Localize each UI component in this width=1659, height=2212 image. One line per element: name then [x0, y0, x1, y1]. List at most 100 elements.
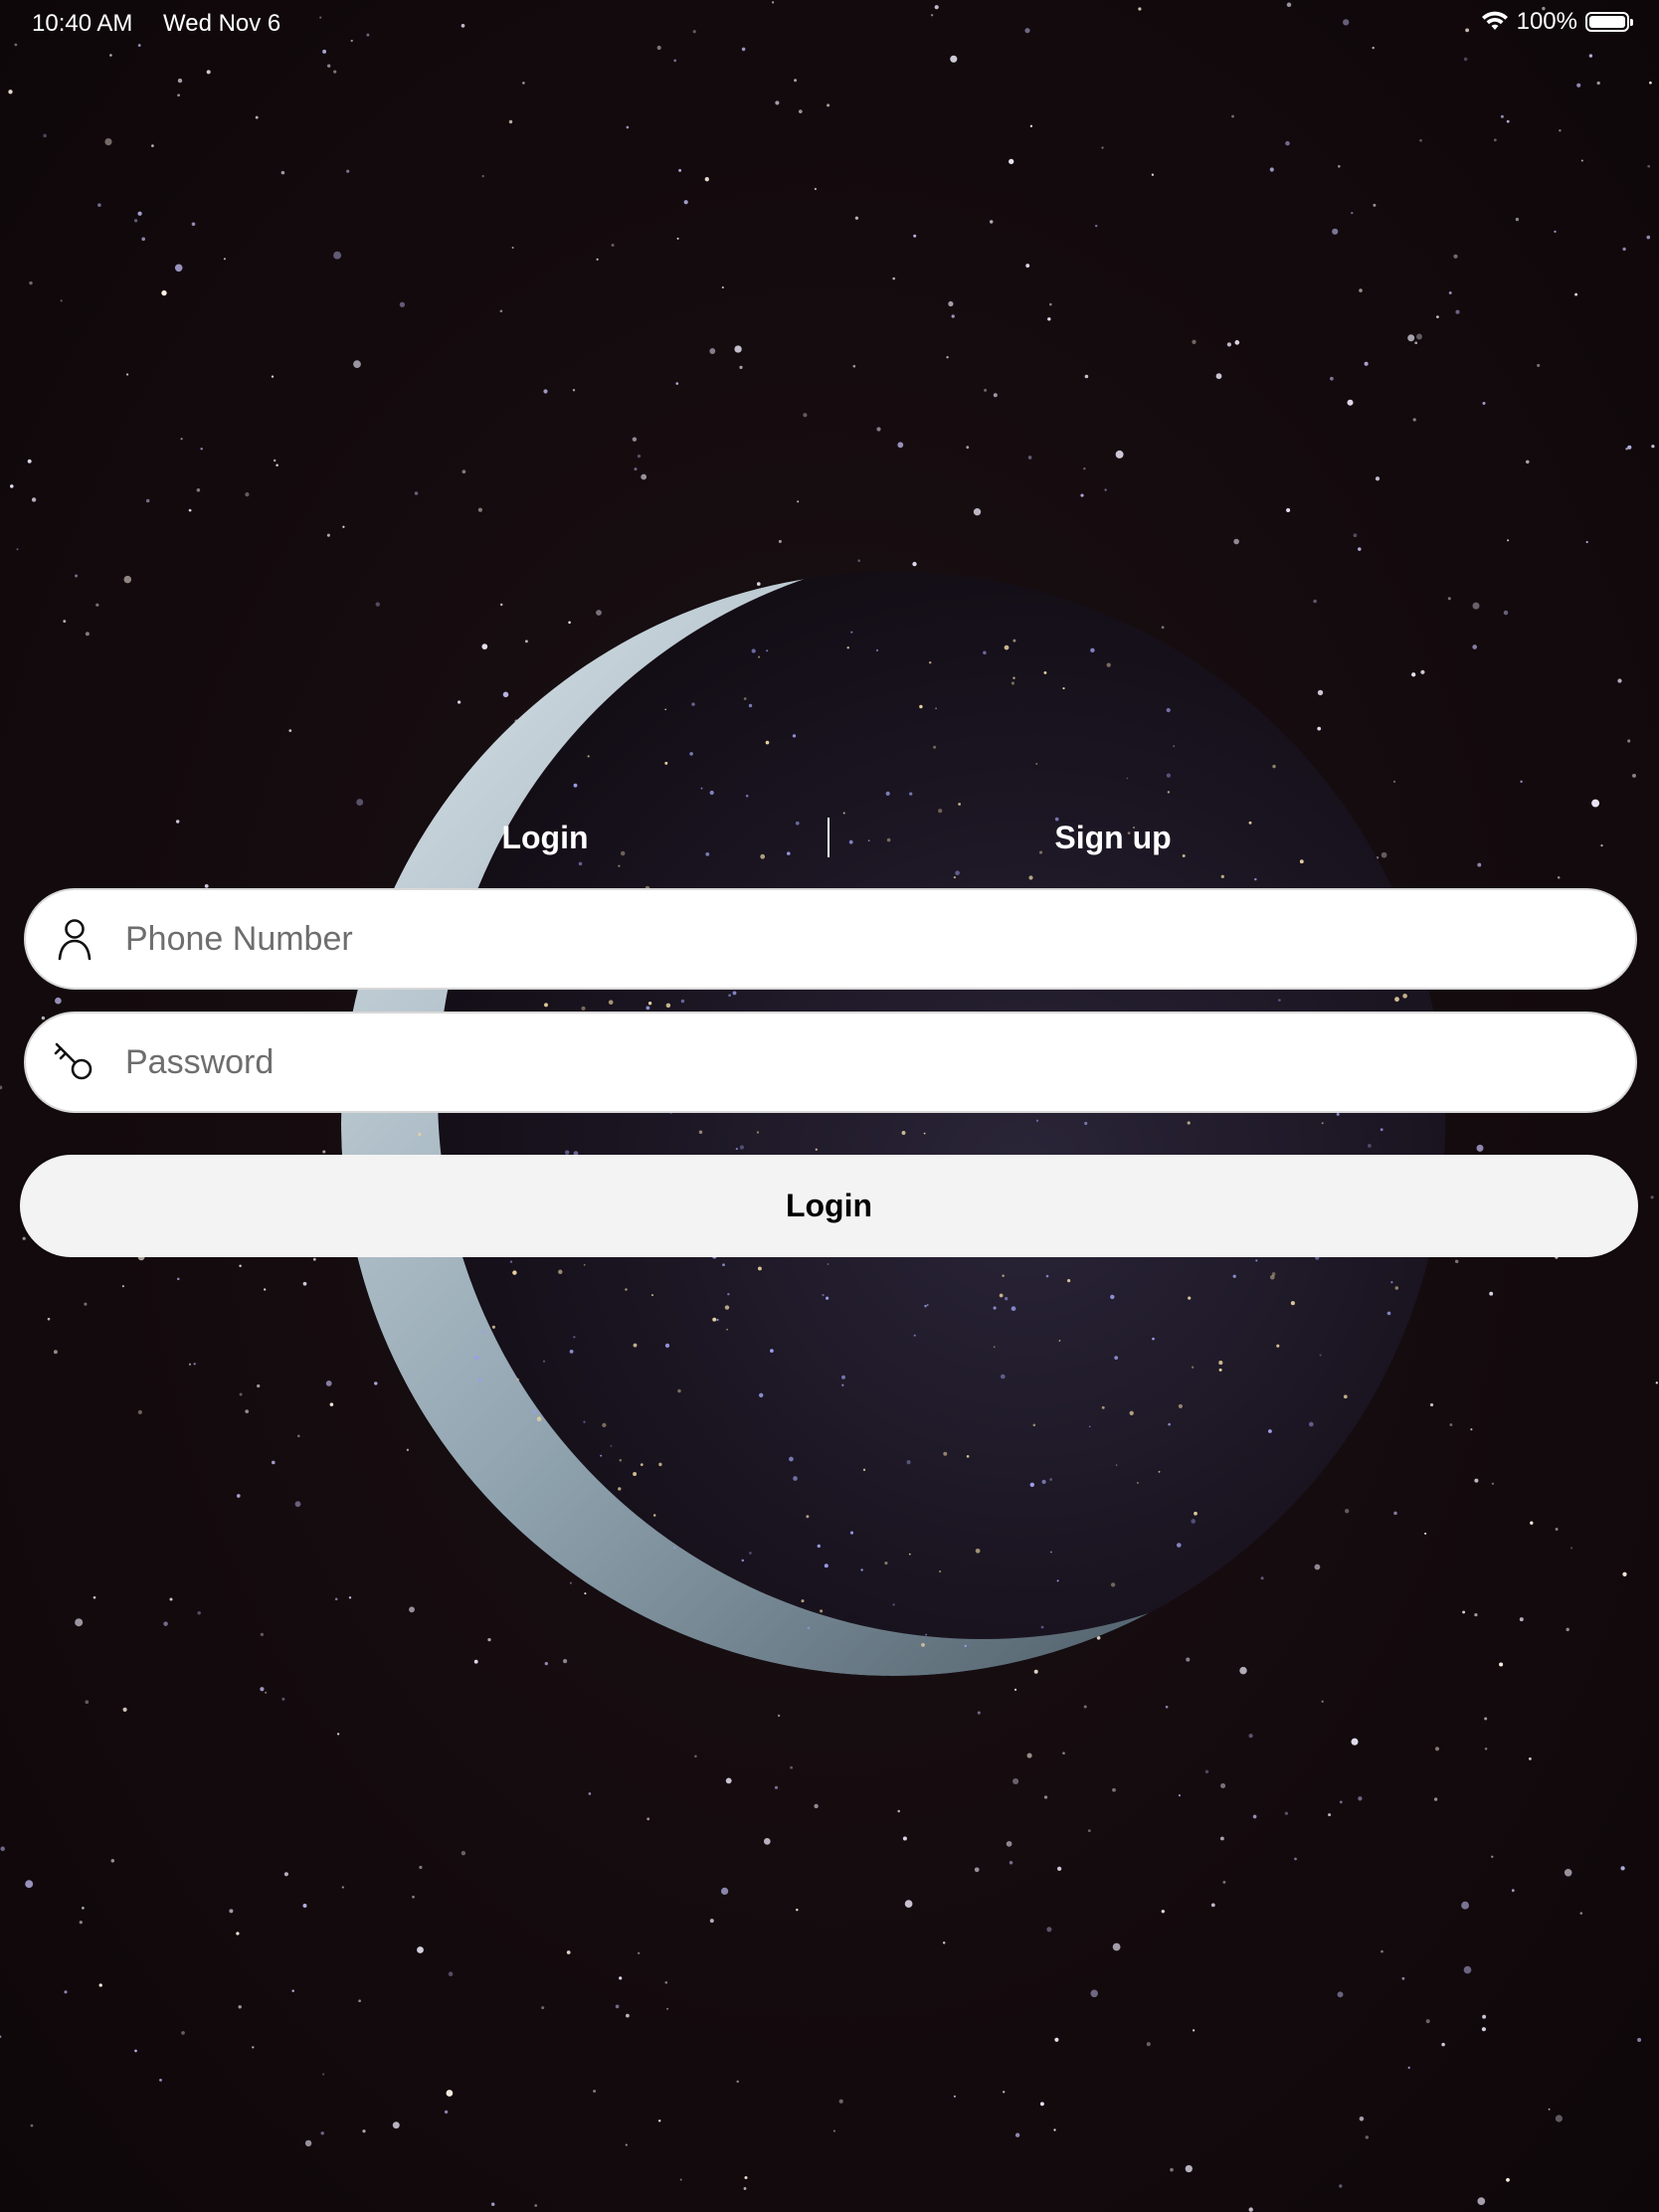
star [1529, 1757, 1532, 1760]
tab-sign-up[interactable]: Sign up [964, 820, 1262, 856]
star [257, 1383, 261, 1388]
star [223, 258, 226, 261]
status-indicators: 100% [1481, 8, 1633, 36]
city-light [1011, 1306, 1016, 1312]
city-light [1056, 1579, 1059, 1582]
city-light [1115, 1464, 1118, 1466]
star [1416, 333, 1422, 340]
city-light [625, 1288, 628, 1291]
city-light [1011, 681, 1014, 685]
city-light [849, 1531, 854, 1535]
star [897, 1809, 900, 1813]
star [569, 1581, 572, 1584]
star [626, 2013, 630, 2018]
city-light [1218, 1368, 1222, 1372]
star [255, 115, 259, 119]
star [741, 47, 746, 52]
star [854, 216, 859, 220]
star [543, 389, 548, 394]
phone-number-input[interactable] [123, 918, 1595, 960]
star [1054, 2037, 1059, 2042]
battery-percentage: 100% [1516, 8, 1577, 35]
star [1622, 247, 1626, 252]
city-light [1088, 1425, 1091, 1428]
star [110, 1859, 115, 1863]
star [1046, 1927, 1052, 1933]
star [1477, 2197, 1486, 2205]
star [1094, 224, 1098, 228]
star [1043, 1795, 1048, 1799]
star [64, 1990, 68, 1994]
city-light [850, 631, 853, 634]
star [1481, 2027, 1486, 2032]
star [1482, 2014, 1487, 2019]
star [666, 2007, 669, 2010]
star [1186, 1657, 1191, 1662]
city-light [756, 1131, 760, 1134]
city-light [727, 1292, 730, 1296]
star [1566, 1627, 1569, 1632]
city-light [726, 1328, 728, 1331]
login-button[interactable]: Login [20, 1155, 1638, 1257]
star [1332, 228, 1339, 235]
star [993, 393, 998, 398]
city-light [664, 761, 668, 765]
city-light [919, 704, 923, 709]
star [1511, 1889, 1515, 1893]
star [1564, 1869, 1572, 1877]
star [1178, 1794, 1181, 1797]
star [953, 2095, 956, 2098]
city-light [975, 1548, 981, 1554]
city-light [1035, 1119, 1039, 1122]
star [1284, 1811, 1289, 1815]
star [325, 1381, 332, 1386]
star [814, 187, 818, 191]
star [92, 1595, 96, 1599]
city-light [698, 1130, 703, 1134]
city-light [770, 1349, 774, 1353]
city-light [826, 1296, 830, 1300]
star [1339, 2184, 1343, 2188]
city-light [938, 809, 943, 814]
star [566, 1950, 571, 1954]
star [1337, 1991, 1344, 1998]
city-light [542, 1360, 546, 1363]
password-field[interactable] [24, 1012, 1637, 1113]
city-light [728, 994, 731, 998]
star [1463, 57, 1468, 62]
city-light [926, 1304, 929, 1307]
star [326, 533, 330, 537]
phone-number-field[interactable] [24, 888, 1637, 990]
star [1555, 2115, 1563, 2122]
star [29, 280, 33, 285]
star [1083, 467, 1086, 470]
city-light [1276, 1344, 1280, 1348]
star [977, 1711, 981, 1715]
star [966, 446, 970, 450]
star [1006, 1841, 1013, 1847]
login-screen: 10:40 AM Wed Nov 6 100% Login Sign up Ph… [0, 0, 1659, 2212]
city-light [1269, 1274, 1275, 1280]
city-light [999, 1293, 1004, 1298]
star [245, 1409, 250, 1413]
star [1548, 2108, 1551, 2111]
star [1351, 1738, 1359, 1746]
star [593, 2090, 597, 2093]
city-light [1321, 1122, 1324, 1125]
star [82, 1907, 85, 1910]
star [1554, 230, 1557, 234]
password-input[interactable] [123, 1041, 1595, 1083]
star [239, 1264, 242, 1267]
city-light [481, 1330, 486, 1335]
tab-login[interactable]: Login [396, 820, 694, 856]
star [1401, 1976, 1405, 1980]
star [1112, 1942, 1121, 1951]
star [53, 1350, 58, 1355]
star [1351, 212, 1354, 215]
city-light [709, 790, 714, 796]
star [239, 1392, 243, 1396]
star [1627, 445, 1632, 450]
star [104, 138, 112, 146]
city-light [765, 740, 770, 745]
city-light [1166, 773, 1172, 778]
